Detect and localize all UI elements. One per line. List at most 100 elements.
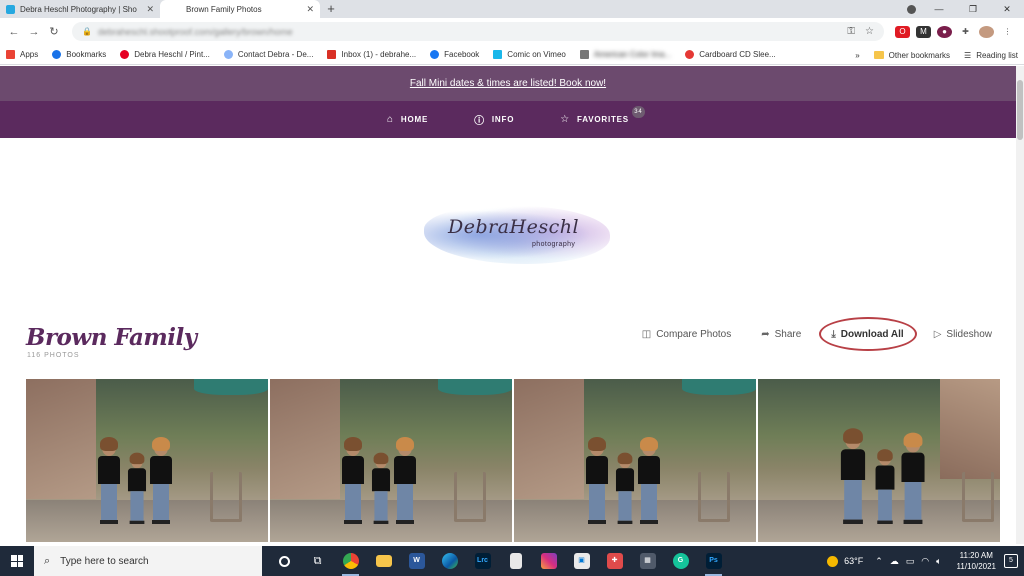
weather-widget[interactable]: 63°F (827, 555, 864, 567)
gallery-actions: ◫ Compare Photos ➦ Share ⤓ Download All ▷ Sl… (642, 316, 992, 351)
store-icon[interactable]: ▣ (565, 546, 598, 576)
bookmark-inbox[interactable]: Inbox (1) - debrahe... (327, 50, 416, 59)
share-arrow-icon: ➦ (761, 328, 770, 340)
brand-logo[interactable]: DebraHeschl photography (424, 200, 610, 270)
close-tab-icon[interactable]: ✕ (146, 4, 154, 15)
gmail-icon (327, 50, 337, 59)
new-tab-button[interactable]: + (320, 0, 342, 18)
nav-info[interactable]: ⓘ INFO (474, 112, 514, 127)
taskbar-search-placeholder: Type here to search (60, 555, 149, 567)
cd-icon (685, 50, 695, 59)
chrome-icon[interactable] (334, 546, 367, 576)
file-explorer-icon[interactable] (367, 546, 400, 576)
taskbar-search[interactable]: ⌕ Type here to search (34, 546, 262, 576)
minimize-icon[interactable]: — (922, 4, 956, 14)
bookmark-star-icon[interactable]: ☆ (865, 26, 874, 37)
person (586, 437, 608, 524)
bookmark-facebook[interactable]: Facebook (430, 50, 479, 59)
notifications-badge[interactable]: 5 (1004, 554, 1018, 568)
pinterest-icon (120, 50, 130, 59)
person (371, 452, 391, 524)
person (840, 428, 866, 524)
key-icon[interactable]: ⚿ (847, 26, 855, 37)
other-bookmarks[interactable]: Other bookmarks (873, 51, 950, 60)
cortana-icon[interactable] (268, 546, 301, 576)
bookmark-icon (579, 50, 589, 59)
gallery-photo[interactable] (26, 379, 268, 542)
person (615, 452, 635, 524)
volume-icon[interactable]: 🔈︎ (936, 556, 941, 567)
gift-icon[interactable]: ✚ (598, 546, 631, 576)
person (98, 437, 120, 524)
weather-temp: 63°F (844, 556, 864, 566)
task-view-icon[interactable]: ⧉ (301, 546, 334, 576)
address-bar[interactable]: 🔒 debraheschl.shootproof.com/gallery/bro… (72, 22, 884, 41)
compare-icon: ◫ (641, 328, 652, 340)
nav-favorites[interactable]: ☆ FAVORITES 34 (560, 106, 645, 125)
browser-tab-strip: Debra Heschl Photography | Sho ✕ Brown F… (0, 0, 1024, 18)
photoshop-icon[interactable]: Ps (697, 546, 730, 576)
grammarly-icon[interactable]: G (664, 546, 697, 576)
bookmarks-overflow-icon[interactable]: » (855, 51, 859, 60)
bookmark-apps[interactable]: Apps (6, 50, 38, 59)
start-button[interactable] (0, 546, 34, 576)
gallery-photo[interactable] (514, 379, 756, 542)
person (638, 437, 660, 524)
taskbar-clock[interactable]: 11:20 AM 11/10/2021 (957, 550, 996, 572)
back-arrow-icon[interactable]: ← (6, 26, 22, 38)
gallery-photo[interactable] (758, 379, 1000, 542)
page-scrollbar[interactable] (1016, 66, 1024, 544)
bookmark-contact-debra[interactable]: Contact Debra - De... (223, 50, 313, 59)
battery-icon[interactable]: ▭ (906, 556, 915, 567)
slideshow-button[interactable]: ▷ Slideshow (934, 329, 992, 340)
profile-avatar[interactable] (979, 25, 994, 38)
window-controls: — ❐ ✕ (907, 0, 1024, 18)
share-button[interactable]: ➦ Share (761, 329, 801, 340)
lock-icon: 🔒 (82, 27, 92, 36)
instagram-icon[interactable] (532, 546, 565, 576)
menu-kebab-icon[interactable]: ⋮ (1000, 26, 1015, 38)
calculator-icon[interactable]: ▦ (631, 546, 664, 576)
bookmark-cardboard-cd[interactable]: Cardboard CD Slee... (685, 50, 776, 59)
word-icon[interactable]: W (400, 546, 433, 576)
tab-debra-heschl-photography[interactable]: Debra Heschl Photography | Sho ✕ (0, 0, 160, 18)
gallery-photo[interactable] (270, 379, 512, 542)
profile-dot-icon[interactable] (907, 4, 916, 14)
clock-time: 11:20 AM (959, 551, 993, 560)
compare-photos-button[interactable]: ◫ Compare Photos (642, 329, 732, 340)
main-nav: ⌂ HOME ⓘ INFO ☆ FAVORITES 34 (0, 101, 1016, 138)
scrollbar-thumb[interactable] (1017, 80, 1023, 140)
record-extension-icon[interactable]: ● (937, 25, 952, 38)
bookmark-bookmarks[interactable]: Bookmarks (52, 50, 106, 59)
promo-banner-link[interactable]: Fall Mini dates & times are listed! Book… (0, 66, 1016, 101)
tab-title: Brown Family Photos (186, 4, 262, 14)
extensions-puzzle-icon[interactable]: ✚ (958, 26, 973, 38)
nav-home[interactable]: ⌂ HOME (387, 114, 428, 125)
windows-logo-icon (11, 555, 23, 567)
folder-icon (873, 51, 884, 59)
tab-title: Debra Heschl Photography | Sho (20, 4, 137, 14)
forward-arrow-icon[interactable]: → (26, 26, 42, 38)
bookmarks-bar: Apps Bookmarks Debra Heschl / Pint... Co… (0, 45, 1024, 65)
bookmark-blurred[interactable]: American Color Ima... (579, 50, 671, 59)
star-icon (52, 50, 62, 59)
file-icon[interactable] (499, 546, 532, 576)
cloud-icon[interactable]: ☁ (890, 556, 899, 567)
bookmark-pinterest[interactable]: Debra Heschl / Pint... (120, 50, 210, 59)
edge-icon[interactable] (433, 546, 466, 576)
play-icon: ▷ (933, 328, 942, 340)
person (342, 437, 364, 524)
bookmark-vimeo[interactable]: Comic on Vimeo (493, 50, 566, 59)
lightroom-icon[interactable]: Lrc (466, 546, 499, 576)
chevron-up-icon[interactable]: ⌃ (875, 556, 883, 567)
download-all-button[interactable]: ⤓ Download All (819, 316, 918, 351)
close-tab-icon[interactable]: ✕ (306, 4, 314, 15)
reading-list[interactable]: ☰ Reading list (964, 51, 1018, 60)
close-window-icon[interactable]: ✕ (990, 4, 1024, 15)
m-extension-icon[interactable]: M (916, 25, 931, 38)
restore-icon[interactable]: ❐ (956, 4, 990, 15)
opera-extension-icon[interactable]: O (895, 25, 910, 38)
wifi-icon[interactable]: ◠ (921, 556, 929, 567)
reload-icon[interactable]: ↻ (46, 25, 62, 38)
tab-brown-family-photos[interactable]: Brown Family Photos ✕ (160, 0, 320, 18)
